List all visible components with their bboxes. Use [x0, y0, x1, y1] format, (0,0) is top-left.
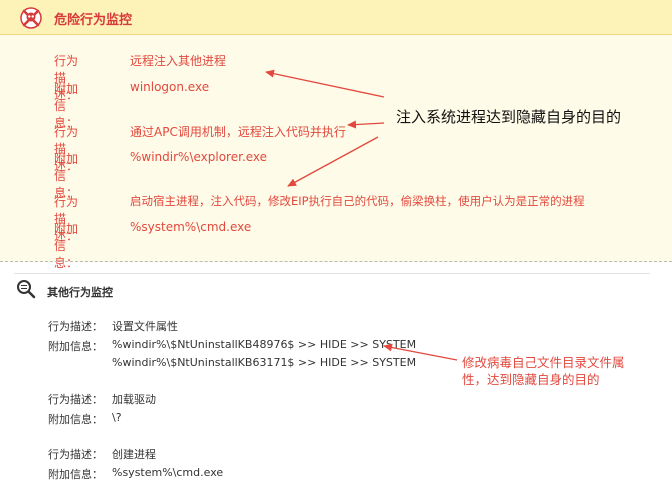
arrow-to-entry-1 [265, 69, 385, 98]
arrow-to-entry-3 [287, 136, 379, 187]
arrow-to-other-entry-1 [383, 343, 458, 361]
annotation-arrows [265, 69, 458, 361]
arrow-to-entry-2 [347, 120, 385, 129]
